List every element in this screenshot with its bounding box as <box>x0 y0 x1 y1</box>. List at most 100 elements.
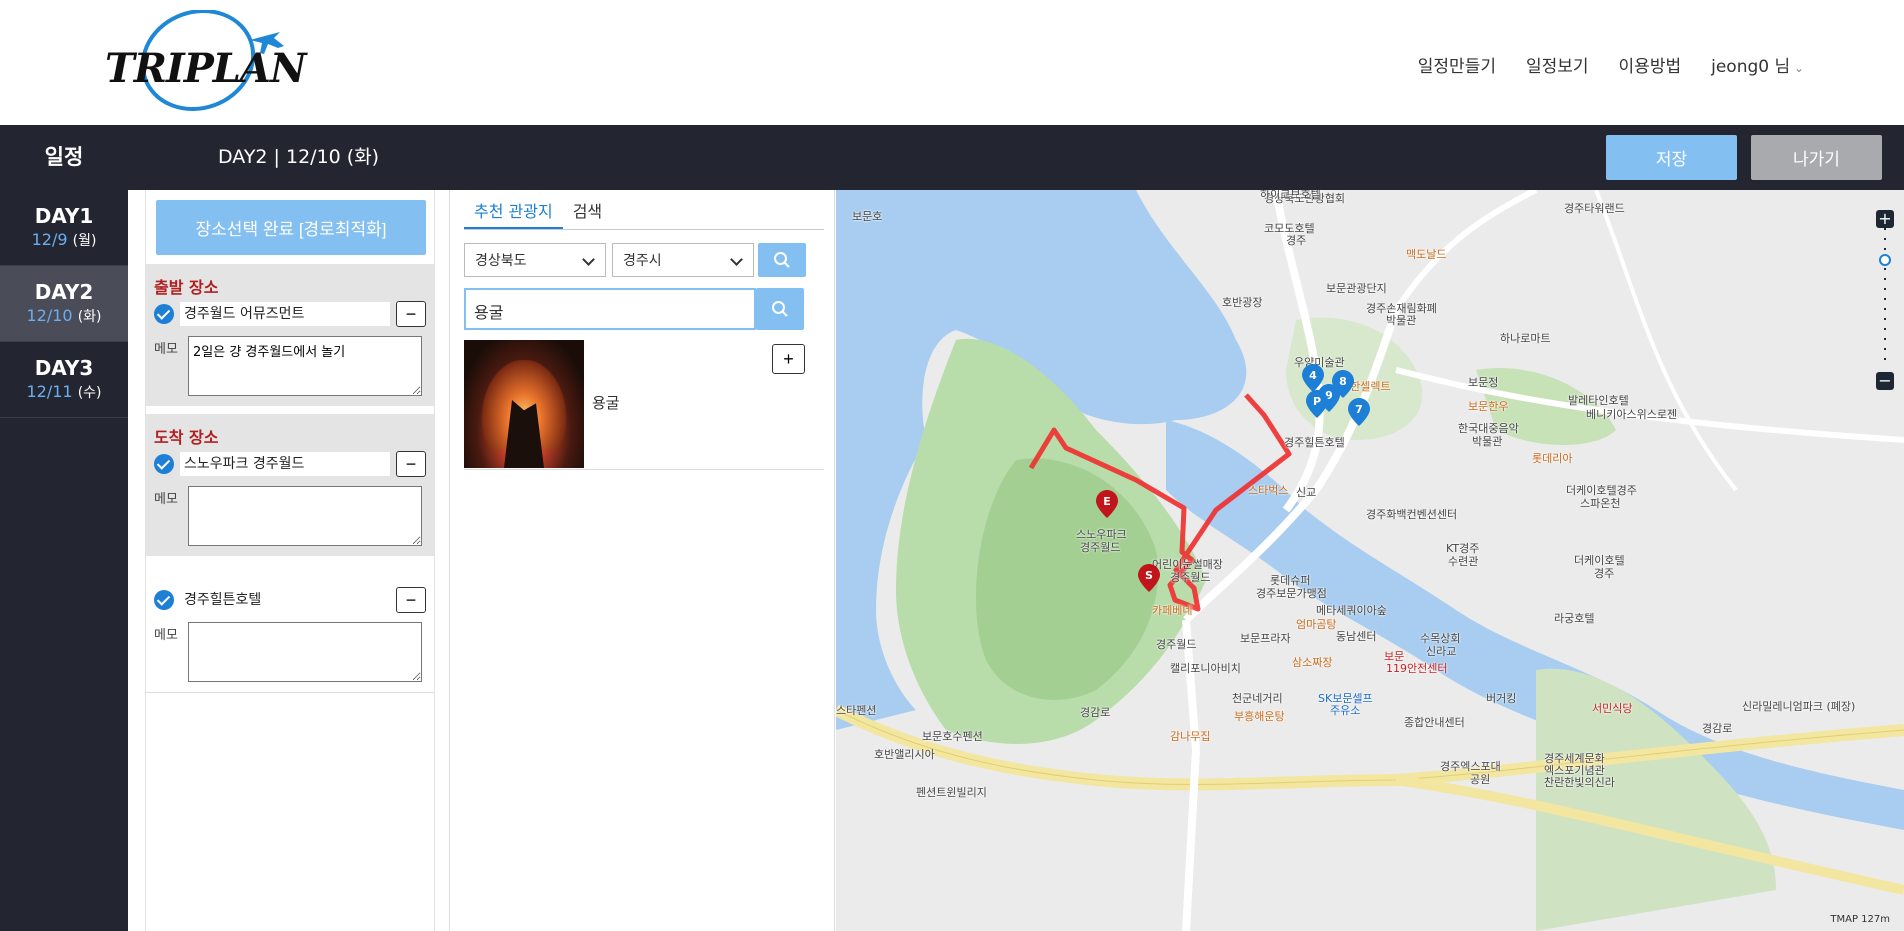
map-view[interactable]: 보문호 경상북도관광협회 경주타워랜드 코모도호텔 경주 맥도날드 보문관광단지… <box>836 190 1904 931</box>
map-label: 경주타워랜드 <box>1564 202 1625 215</box>
map-label: 수련관 <box>1448 555 1479 568</box>
nav-how-to-use[interactable]: 이용방법 <box>1619 52 1682 77</box>
map-label: 버거킹 <box>1486 692 1517 705</box>
map-label: 보문프라자 <box>1240 632 1291 645</box>
place-memo-field[interactable] <box>188 622 422 682</box>
pin-label: E <box>1103 495 1111 508</box>
city-select[interactable]: 경주시 <box>612 243 754 277</box>
search-panel: 추천 관광지 검색 경상북도 경주시 용굴 용굴 + <box>450 190 835 931</box>
map-label: 경감로 <box>1080 706 1111 719</box>
schedule-toolbar: 일정 DAY2 | 12/10 (화) 저장 나가기 <box>0 125 1904 190</box>
start-memo-field[interactable] <box>188 336 422 396</box>
map-pin-start[interactable]: S <box>1138 564 1160 592</box>
nav-view-schedule[interactable]: 일정보기 <box>1526 52 1589 77</box>
tab-recommended[interactable]: 추천 관광지 <box>464 190 563 229</box>
map-label: 신라교 <box>1426 645 1457 658</box>
nav-create-schedule[interactable]: 일정만들기 <box>1418 52 1496 77</box>
map-label: 펜션트윈빌리지 <box>916 786 987 799</box>
logo-text: TRIPLAN <box>105 45 307 92</box>
map-label: 경주화백컨벤션센터 <box>1366 508 1458 521</box>
result-item[interactable]: 용굴 + <box>464 340 824 470</box>
user-menu[interactable]: jeong0 님 <box>1711 52 1804 77</box>
remove-place-button[interactable]: − <box>396 587 426 613</box>
check-icon[interactable] <box>154 590 174 610</box>
map-label: 보문정 <box>1468 376 1499 389</box>
pin-label: S <box>1145 569 1153 582</box>
search-icon <box>772 301 788 317</box>
map-label: 공원 <box>1470 773 1491 786</box>
add-place-button[interactable]: + <box>772 344 805 374</box>
day-item-1[interactable]: DAY1 12/9 (월) <box>0 190 128 266</box>
map-label: 박물관 <box>1386 314 1417 327</box>
check-icon[interactable] <box>154 304 174 324</box>
map-label: 베니키아스위스로젠 <box>1586 408 1678 421</box>
pin-label: P <box>1313 395 1321 408</box>
map-label: 하나로마트 <box>1500 332 1551 345</box>
map-label: 주유소 <box>1330 704 1361 717</box>
remove-end-button[interactable]: − <box>396 451 426 477</box>
remove-start-button[interactable]: − <box>396 301 426 327</box>
day-sidebar: DAY1 12/9 (월) DAY2 12/10 (화) DAY3 12/11 … <box>0 190 128 931</box>
map-label: 찬란한빛의신라 <box>1544 776 1615 789</box>
end-memo-field[interactable] <box>188 486 422 546</box>
keyword-search-button[interactable] <box>756 288 804 330</box>
map-label: 119안전센터 <box>1386 662 1448 675</box>
map-label: 보문한우 <box>1468 400 1509 413</box>
map-pin-7[interactable]: 7 <box>1348 398 1370 426</box>
main-nav: 일정만들기 일정보기 이용방법 jeong0 님 <box>1418 52 1804 77</box>
save-button[interactable]: 저장 <box>1606 135 1737 180</box>
province-select[interactable]: 경상북도 <box>464 243 606 277</box>
schedule-list: 장소선택 완료 [경로최적화] 출발 장소 경주월드 어뮤즈먼트 − 메모 도착… <box>145 190 435 931</box>
map-label: 신라밀레니엄파크 (폐장) <box>1742 700 1856 713</box>
tab-search[interactable]: 검색 <box>563 190 612 229</box>
day-date: 12/9 <box>31 230 68 249</box>
search-icon <box>774 252 790 268</box>
complete-route-button[interactable]: 장소선택 완료 [경로최적화] <box>156 200 426 255</box>
day-weekday: (화) <box>77 309 102 325</box>
map-label: 박물관 <box>1472 435 1503 448</box>
scale-value: 127m <box>1861 914 1890 925</box>
map-pin-p[interactable]: P <box>1306 390 1328 418</box>
map-label: 엄마곰탕 <box>1296 618 1337 631</box>
map-label: 서민식당 <box>1592 702 1633 715</box>
map-label: 삼소짜장 <box>1292 656 1333 669</box>
search-tabs: 추천 관광지 검색 <box>464 190 824 230</box>
day-name: DAY1 <box>34 204 94 228</box>
day-item-3[interactable]: DAY3 12/11 (수) <box>0 342 128 418</box>
keyword-input[interactable]: 용굴 <box>464 288 756 330</box>
map-pin-end[interactable]: E <box>1096 490 1118 518</box>
map-label: 보문호수펜션 <box>922 730 983 743</box>
day-date: 12/10 <box>26 306 73 325</box>
map-scale: TMAP 127m <box>1830 914 1890 925</box>
map-label: 카페베네 <box>1152 604 1193 617</box>
map-label: 스파온천 <box>1580 497 1621 510</box>
zoom-in-button[interactable]: + <box>1876 210 1894 228</box>
map-label: 감나무집 <box>1170 730 1211 743</box>
map-label: 롯데리아 <box>1532 452 1573 465</box>
pin-label: 7 <box>1355 403 1363 416</box>
triplan-logo[interactable]: TRIPLAN <box>100 10 307 120</box>
map-label: 호반앨리시아 <box>874 748 935 761</box>
map-label: 경감로 <box>1702 722 1733 735</box>
day-date: 12/11 <box>26 382 73 401</box>
map-label: 경주월드 <box>1156 638 1197 651</box>
day-weekday: (월) <box>72 233 97 249</box>
map-label: 경주월드 <box>1170 571 1211 584</box>
region-search-button[interactable] <box>758 243 806 277</box>
map-label: 천군네거리 <box>1232 692 1283 705</box>
map-label: 맥도날드 <box>1406 248 1447 261</box>
end-place-title: 도착 장소 <box>154 428 219 447</box>
place-block: 경주힐튼호텔 − 메모 <box>146 574 434 693</box>
map-label: 라궁호텔 <box>1554 612 1595 625</box>
map-label: 경주 <box>1594 567 1615 580</box>
zoom-out-button[interactable]: − <box>1876 372 1894 390</box>
check-icon[interactable] <box>154 454 174 474</box>
schedule-title: 일정 <box>44 145 84 169</box>
start-place-title: 출발 장소 <box>154 278 219 297</box>
memo-label: 메모 <box>154 492 178 507</box>
zoom-slider[interactable] <box>1876 228 1894 368</box>
exit-button[interactable]: 나가기 <box>1751 135 1882 180</box>
current-day-label: DAY2 | 12/10 (화) <box>218 146 380 168</box>
pin-label: 8 <box>1339 375 1347 388</box>
day-item-2[interactable]: DAY2 12/10 (화) <box>0 266 128 342</box>
